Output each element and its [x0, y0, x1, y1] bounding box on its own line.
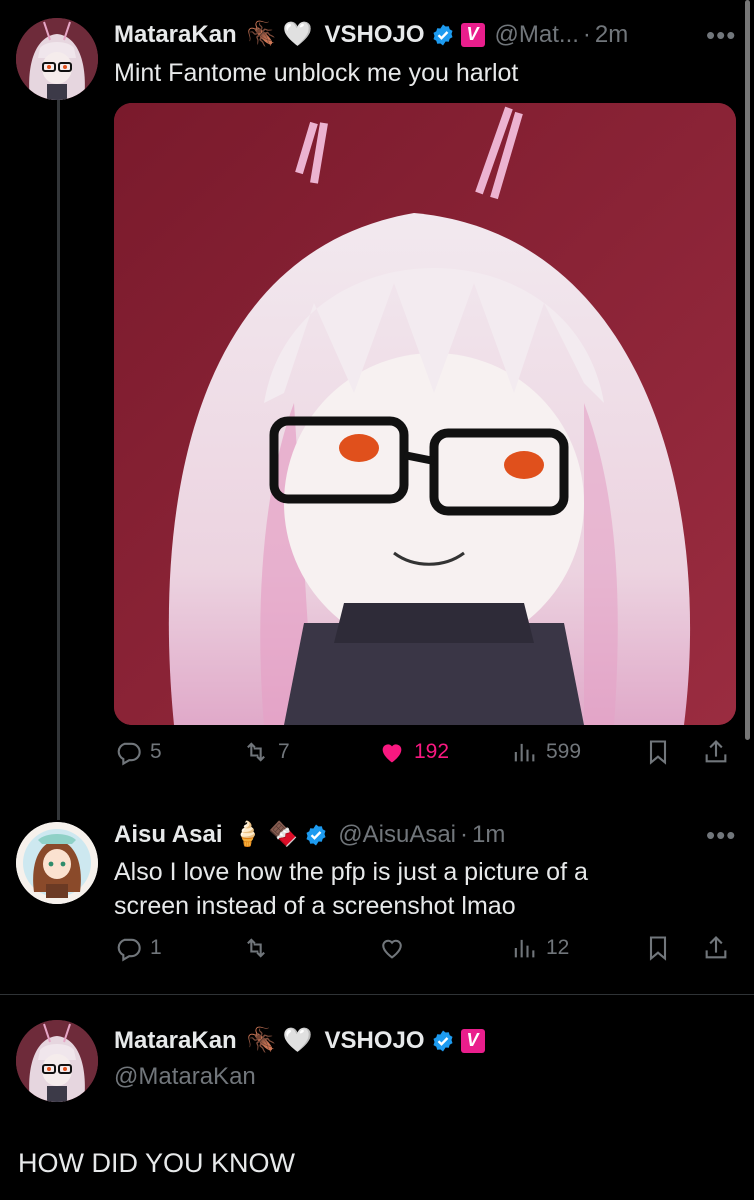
share-button[interactable]	[702, 934, 730, 962]
reply-count: 1	[150, 936, 162, 959]
views-button[interactable]: 12	[510, 934, 569, 962]
divider	[0, 994, 754, 995]
affiliation-name: VSHOJO	[324, 20, 425, 48]
white-heart-emoji: 🤍	[282, 1027, 313, 1054]
retweet-count: 7	[278, 740, 290, 763]
cockroach-emoji: 🪳	[246, 1027, 277, 1054]
tweet-header: Aisu Asai 🍦 🍫 @AisuAsai · 1m	[114, 820, 505, 849]
like-button[interactable]: 192	[378, 738, 449, 766]
cockroach-emoji: 🪳	[246, 21, 277, 48]
chocolate-emoji: 🍫	[268, 821, 299, 848]
tweet-text-line-1: Also I love how the pfp is just a pictur…	[114, 858, 588, 886]
heart-outline-icon	[382, 939, 402, 959]
reply-button[interactable]: 1	[114, 934, 162, 962]
views-count: 12	[546, 936, 570, 959]
views-count: 599	[546, 740, 582, 763]
white-heart-emoji: 🤍	[282, 21, 313, 48]
retweet-icon	[247, 742, 265, 762]
tweet-text-line-2: screen instead of a screenshot lmao	[114, 892, 516, 920]
more-options-icon[interactable]: •••	[706, 820, 736, 851]
tweet-header: MataraKan 🪳 🤍 VSHOJO V @Mat... · 2m	[114, 20, 628, 49]
avatar[interactable]	[16, 1020, 98, 1102]
display-name[interactable]: MataraKan	[114, 1027, 237, 1055]
tweet-actions: 1 12	[114, 934, 730, 974]
verified-badge-icon	[433, 24, 453, 45]
reply-count: 5	[150, 740, 162, 763]
tweet-image[interactable]	[114, 103, 736, 725]
vshojo-badge-icon: V	[460, 22, 485, 47]
thread-connector-line	[57, 100, 60, 820]
reply-button[interactable]: 5	[114, 738, 162, 766]
views-button[interactable]: 599	[510, 738, 581, 766]
share-button[interactable]	[702, 738, 730, 766]
profile-header: MataraKan 🪳 🤍 VSHOJO V	[114, 1026, 485, 1055]
verified-badge-icon	[306, 824, 326, 845]
share-icon	[705, 740, 727, 763]
scrollbar[interactable]	[745, 0, 750, 740]
retweet-icon	[247, 938, 265, 958]
views-chart-icon	[514, 939, 535, 958]
profile-handle[interactable]: @MataraKan	[114, 1060, 256, 1094]
bookmark-button[interactable]	[644, 934, 672, 962]
separator-dot: ·	[582, 20, 591, 48]
vshojo-badge-icon: V	[460, 1028, 485, 1053]
retweet-button[interactable]	[242, 934, 270, 962]
avatar[interactable]	[16, 18, 98, 100]
separator-dot: ·	[460, 820, 469, 848]
bookmark-icon	[649, 936, 667, 961]
like-count: 192	[414, 740, 450, 763]
affiliation-name: VSHOJO	[324, 1026, 425, 1054]
timestamp[interactable]: 1m	[472, 821, 505, 849]
timestamp[interactable]: 2m	[595, 21, 628, 49]
avatar[interactable]	[16, 822, 98, 904]
more-options-icon[interactable]: •••	[706, 20, 736, 51]
like-button[interactable]	[378, 934, 406, 962]
handle[interactable]: @AisuAsai	[338, 821, 456, 849]
verified-badge-icon	[433, 1030, 453, 1051]
retweet-button[interactable]: 7	[242, 738, 290, 766]
bookmark-button[interactable]	[644, 738, 672, 766]
handle[interactable]: @Mat...	[495, 21, 579, 49]
ice-cream-emoji: 🍦	[232, 821, 263, 848]
share-icon	[705, 936, 727, 959]
display-name[interactable]: Aisu Asai	[114, 821, 222, 849]
views-chart-icon	[514, 743, 535, 762]
tweet-actions: 5 7 192 599	[114, 738, 730, 778]
reply-icon	[117, 742, 141, 766]
heart-filled-icon	[382, 744, 402, 763]
display-name[interactable]: MataraKan	[114, 21, 237, 49]
reply-text: HOW DID YOU KNOW	[18, 1148, 296, 1178]
tweet-text: Mint Fantome unblock me you harlot	[114, 59, 519, 87]
bookmark-icon	[649, 740, 667, 765]
reply-icon	[117, 938, 141, 962]
